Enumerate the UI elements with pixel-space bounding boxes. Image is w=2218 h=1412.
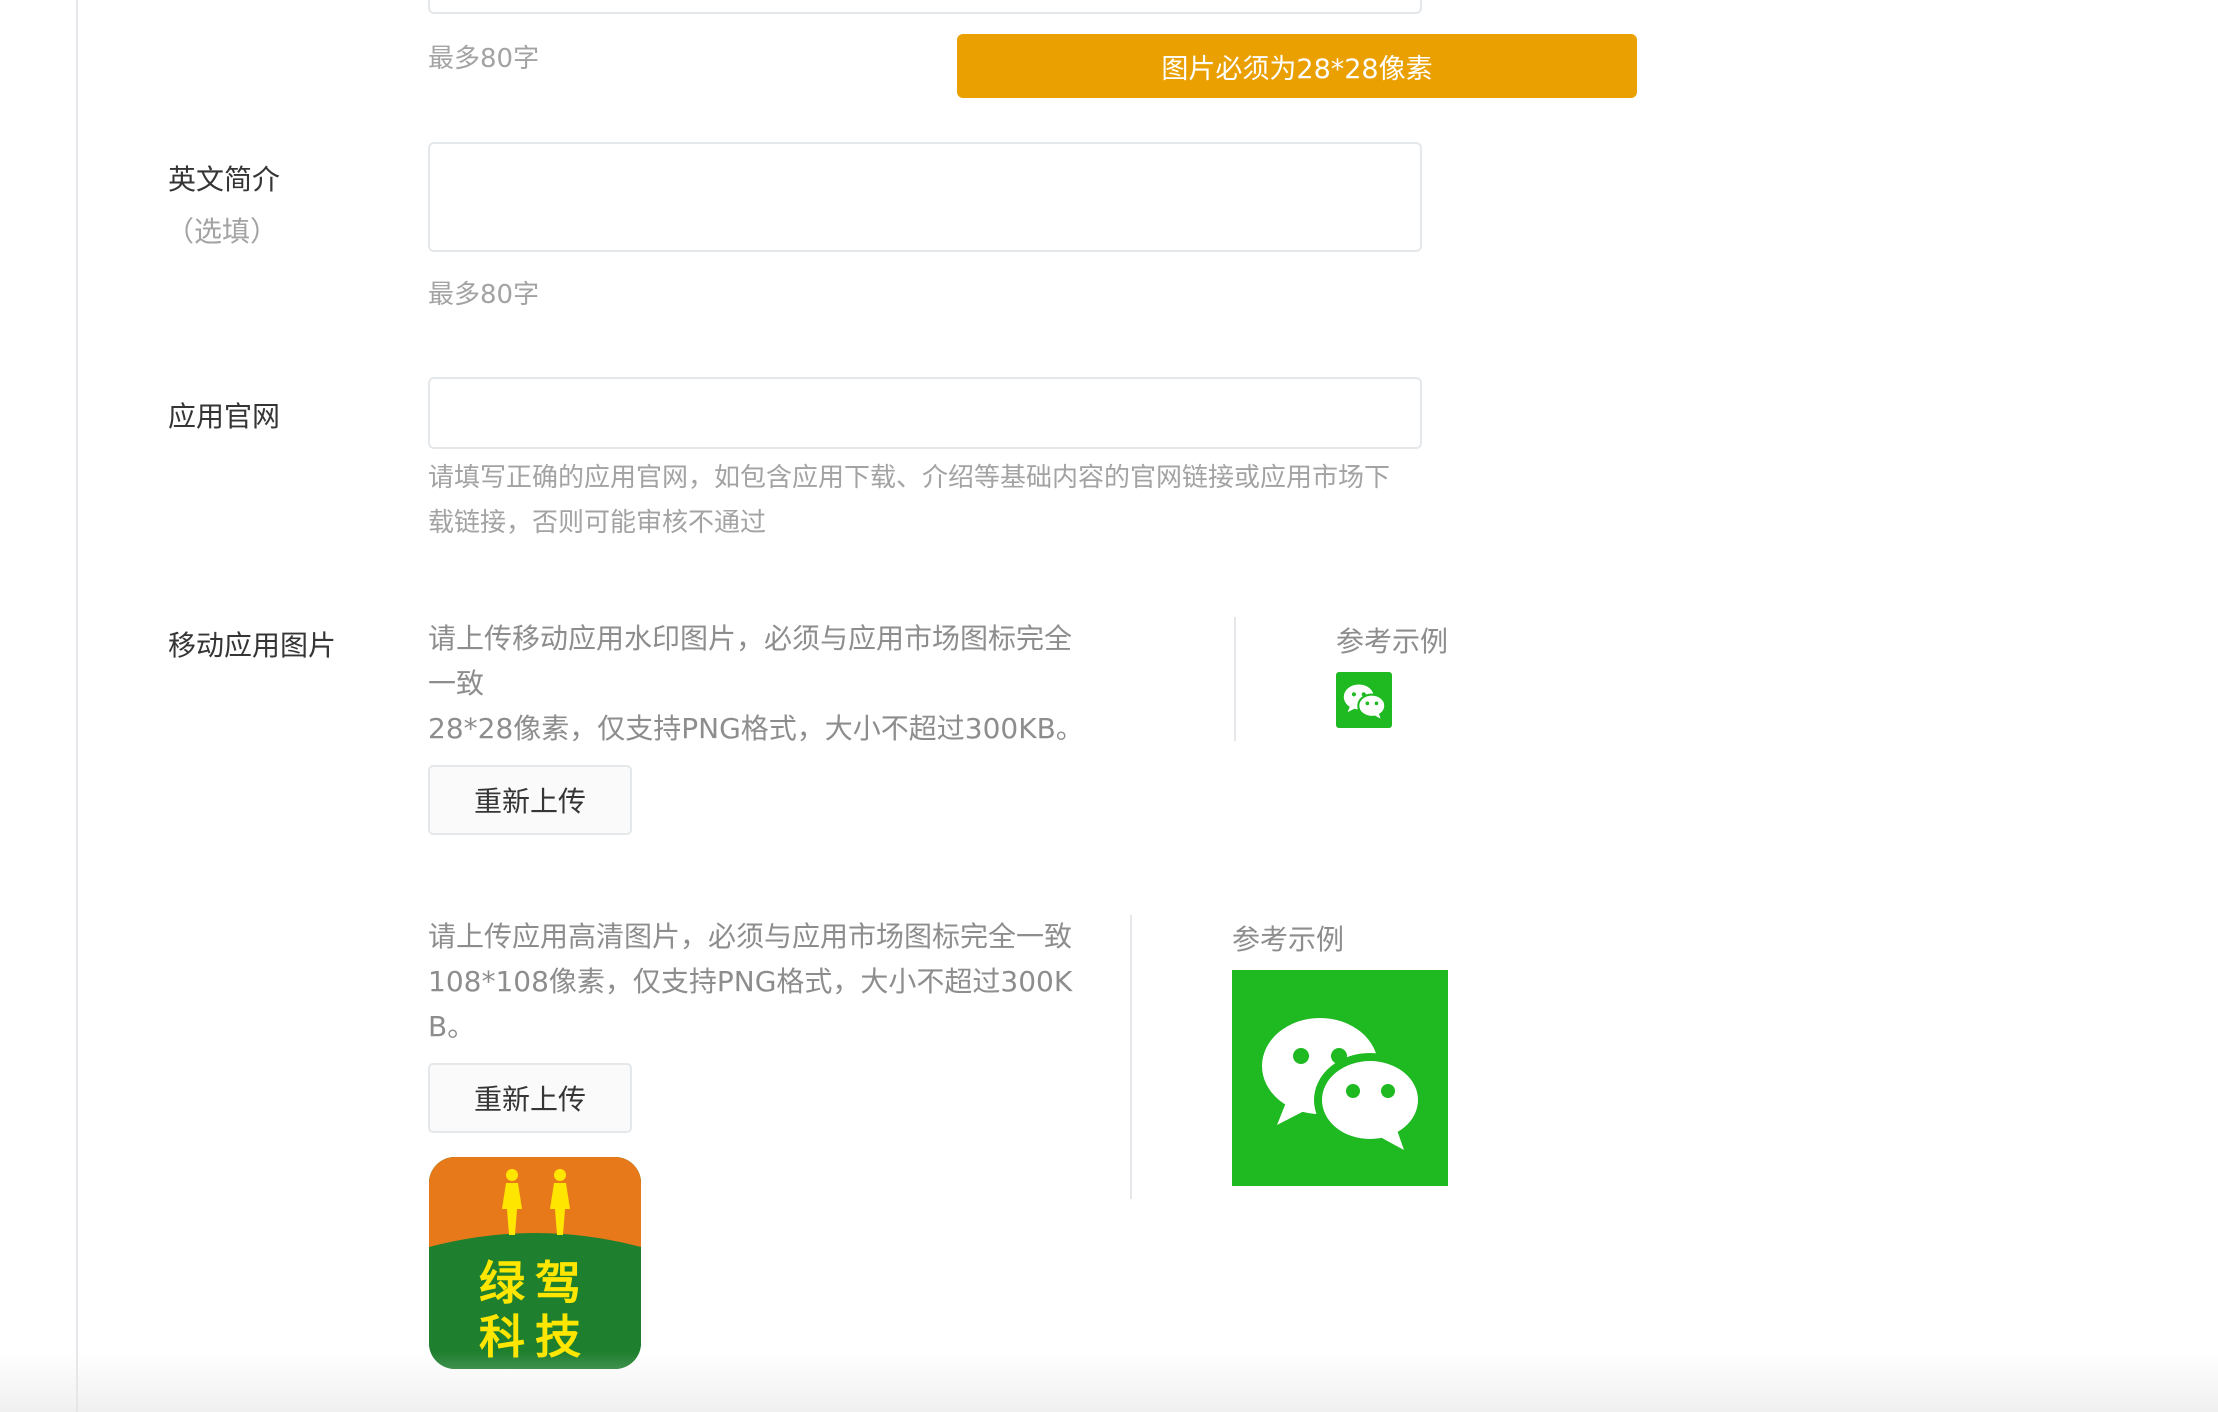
wechat-large-example-icon <box>1232 970 1448 1186</box>
wechat-small-example-icon <box>1336 672 1392 728</box>
small-ref-title: 参考示例 <box>1336 625 1449 658</box>
small-ref-divider <box>1234 617 1236 741</box>
mobile-image-label: 移动应用图片 <box>168 629 337 662</box>
website-input[interactable] <box>428 377 1422 449</box>
english-intro-input[interactable] <box>428 142 1422 252</box>
website-label: 应用官网 <box>168 400 281 433</box>
website-hint-line1: 请填写正确的应用官网，如包含应用下载、介绍等基础内容的官网链接或应用市场下 <box>428 463 1391 493</box>
content-left-border <box>76 0 78 1412</box>
intro-char-limit-hint: 最多80字 <box>428 44 540 74</box>
large-image-desc-line1: 请上传应用高清图片，必须与应用市场图标完全一致 <box>428 920 1073 953</box>
bottom-shadow <box>0 1352 2218 1412</box>
large-image-desc-line3: B。 <box>428 1010 476 1043</box>
large-ref-title: 参考示例 <box>1232 923 1345 956</box>
large-ref-divider <box>1130 915 1132 1199</box>
large-image-desc-line2: 108*108像素，仅支持PNG格式，大小不超过300K <box>428 965 1073 998</box>
toast-message: 图片必须为28*28像素 <box>1161 53 1433 85</box>
uploaded-app-logo: 绿驾 科技 <box>429 1157 641 1369</box>
english-intro-label: 英文简介 <box>168 163 281 196</box>
error-toast: 图片必须为28*28像素 <box>957 34 1637 98</box>
reupload-small-image-button[interactable]: 重新上传 <box>428 765 632 835</box>
website-hint-line2: 载链接，否则可能审核不通过 <box>428 508 767 538</box>
small-image-desc-line1: 请上传移动应用水印图片，必须与应用市场图标完全 <box>428 622 1073 655</box>
reupload-large-image-button[interactable]: 重新上传 <box>428 1063 632 1133</box>
small-image-desc-line2: 一致 <box>428 667 485 700</box>
small-image-desc-line3: 28*28像素，仅支持PNG格式，大小不超过300KB。 <box>428 712 1084 745</box>
intro-input[interactable] <box>428 0 1422 14</box>
english-intro-optional: （选填） <box>166 215 279 248</box>
english-intro-char-limit-hint: 最多80字 <box>428 280 540 310</box>
